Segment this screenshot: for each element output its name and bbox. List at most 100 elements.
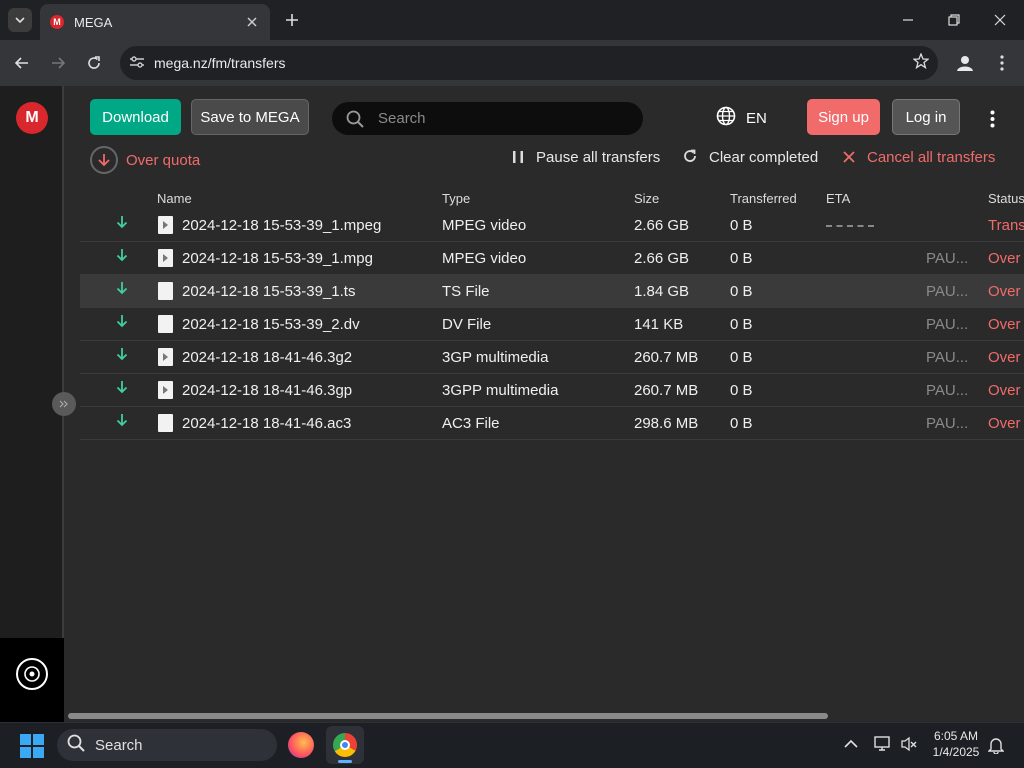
new-tab-button[interactable] [280,8,304,32]
start-button[interactable] [20,734,44,758]
pause-state[interactable]: PAU... [926,382,968,399]
restore-icon [948,14,960,26]
bookmark-button[interactable] [904,51,938,74]
pause-state[interactable]: PAU... [926,415,968,432]
video-file-icon [158,348,173,366]
refresh-icon [683,149,697,166]
taskbar-search[interactable]: Search [57,729,277,761]
clear-completed-button[interactable]: Clear completed [683,149,818,166]
file-type: MPEG video [442,217,527,234]
language-selector[interactable]: EN [716,106,767,130]
chrome-taskbar-button[interactable] [326,726,364,764]
chevron-down-icon [15,17,25,24]
transfer-row[interactable]: 2024-12-18 18-41-46.3g2 3GP multimedia 260… [80,341,1024,374]
file-size: 260.7 MB [634,382,699,399]
firefox-icon[interactable] [288,732,314,758]
arrow-left-icon [14,57,28,69]
file-name: 2024-12-18 15-53-39_1.mpeg [182,217,382,234]
minimize-button[interactable] [888,6,928,34]
back-button[interactable] [9,50,35,76]
mega-logo[interactable]: M [16,102,48,134]
close-icon [247,17,257,27]
cancel-all-button[interactable]: Cancel all transfers [843,149,995,166]
transfer-row[interactable]: 2024-12-18 18-41-46.3gp 3GPP multimedia 26… [80,374,1024,407]
file-size: 2.66 GB [634,217,690,234]
tune-icon [130,55,144,68]
url-text[interactable]: mega.nz/fm/transfers [154,55,904,71]
browser-menu-button[interactable] [990,51,1014,75]
volume-button[interactable] [900,736,918,756]
plus-icon [286,14,298,26]
tab-list-button[interactable] [8,8,32,32]
download-arrow-icon [116,281,128,300]
page-menu-button[interactable] [984,108,1000,130]
column-transferred[interactable]: Transferred [730,191,797,206]
browser-tab-bar: M MEGA [0,0,1024,40]
transfer-row[interactable]: 2024-12-18 15-53-39_1.mpg MPEG video 2.66 … [80,242,1024,275]
system-clock[interactable]: 6:05 AM 1/4/2025 [928,728,984,760]
pause-all-button[interactable]: Pause all transfers [512,149,660,166]
over-quota-indicator[interactable]: Over quota [90,146,200,174]
search-icon [67,734,85,757]
download-button[interactable]: Download [90,99,181,135]
network-button[interactable] [874,736,892,756]
show-hidden-icons-button[interactable] [844,736,858,753]
download-arrow-icon [116,380,128,399]
pause-state[interactable]: PAU... [926,349,968,366]
transfer-row[interactable]: 2024-12-18 15-53-39_1.mpeg MPEG video 2.66… [80,209,1024,242]
reload-button[interactable] [81,50,107,76]
file-size: 298.6 MB [634,415,699,432]
windows-logo-icon [20,747,31,758]
pause-state[interactable]: PAU... [926,283,968,300]
mega-pass-icon[interactable] [16,658,48,690]
file-type: 3GP multimedia [442,349,549,366]
forward-button[interactable] [45,50,71,76]
horizontal-scrollbar[interactable] [68,713,828,719]
search-icon [332,110,378,128]
download-arrow-icon [90,146,118,174]
save-to-mega-button[interactable]: Save to MEGA [191,99,309,135]
column-status[interactable]: Status [988,191,1024,206]
browser-tab[interactable]: M MEGA [40,4,270,40]
search-field[interactable]: Search [332,102,643,135]
address-bar[interactable]: mega.nz/fm/transfers [120,46,938,80]
restore-button[interactable] [934,6,974,34]
transferred-amount: 0 B [730,316,753,333]
column-eta[interactable]: ETA [826,191,850,206]
pause-state[interactable]: PAU... [926,316,968,333]
close-tab-button[interactable] [242,12,262,32]
site-info-button[interactable] [120,55,154,72]
file-icon [158,414,173,432]
search-placeholder[interactable]: Search [378,110,426,127]
minimize-icon [903,19,913,21]
transfer-status: Over [988,415,1021,432]
column-type[interactable]: Type [442,191,470,206]
transfer-row[interactable]: 2024-12-18 15-53-39_2.dv DV File 141 KB 0 B… [80,308,1024,341]
download-arrow-icon [116,413,128,432]
windows-taskbar: Search 6:05 AM 1/4/2025 [0,722,1024,768]
transferred-amount: 0 B [730,415,753,432]
transfer-status: Over [988,316,1021,333]
column-name[interactable]: Name [157,191,192,206]
globe-lock-icon [24,666,40,682]
transfer-row[interactable]: 2024-12-18 18-41-46.ac3 AC3 File 298.6 MB 0… [80,407,1024,440]
download-arrow-icon [116,215,128,234]
transfer-status: Over [988,382,1021,399]
column-size[interactable]: Size [634,191,659,206]
language-label: EN [746,109,767,127]
transferred-amount: 0 B [730,250,753,267]
log-in-button[interactable]: Log in [892,99,960,135]
profile-button[interactable] [953,51,977,75]
sidebar-bottom [0,638,64,722]
transfer-row[interactable]: 2024-12-18 15-53-39_1.ts TS File 1.84 GB 0 … [80,275,1024,308]
reload-icon [88,56,100,69]
close-window-button[interactable] [980,6,1020,34]
transferred-amount: 0 B [730,382,753,399]
double-chevron-icon [59,400,68,408]
pause-state[interactable]: PAU... [926,250,968,267]
notifications-button[interactable] [987,736,1005,758]
sidebar-collapse-handle[interactable] [52,392,76,416]
sign-up-button[interactable]: Sign up [807,99,880,135]
windows-logo-icon [33,734,44,745]
video-file-icon [158,249,173,267]
